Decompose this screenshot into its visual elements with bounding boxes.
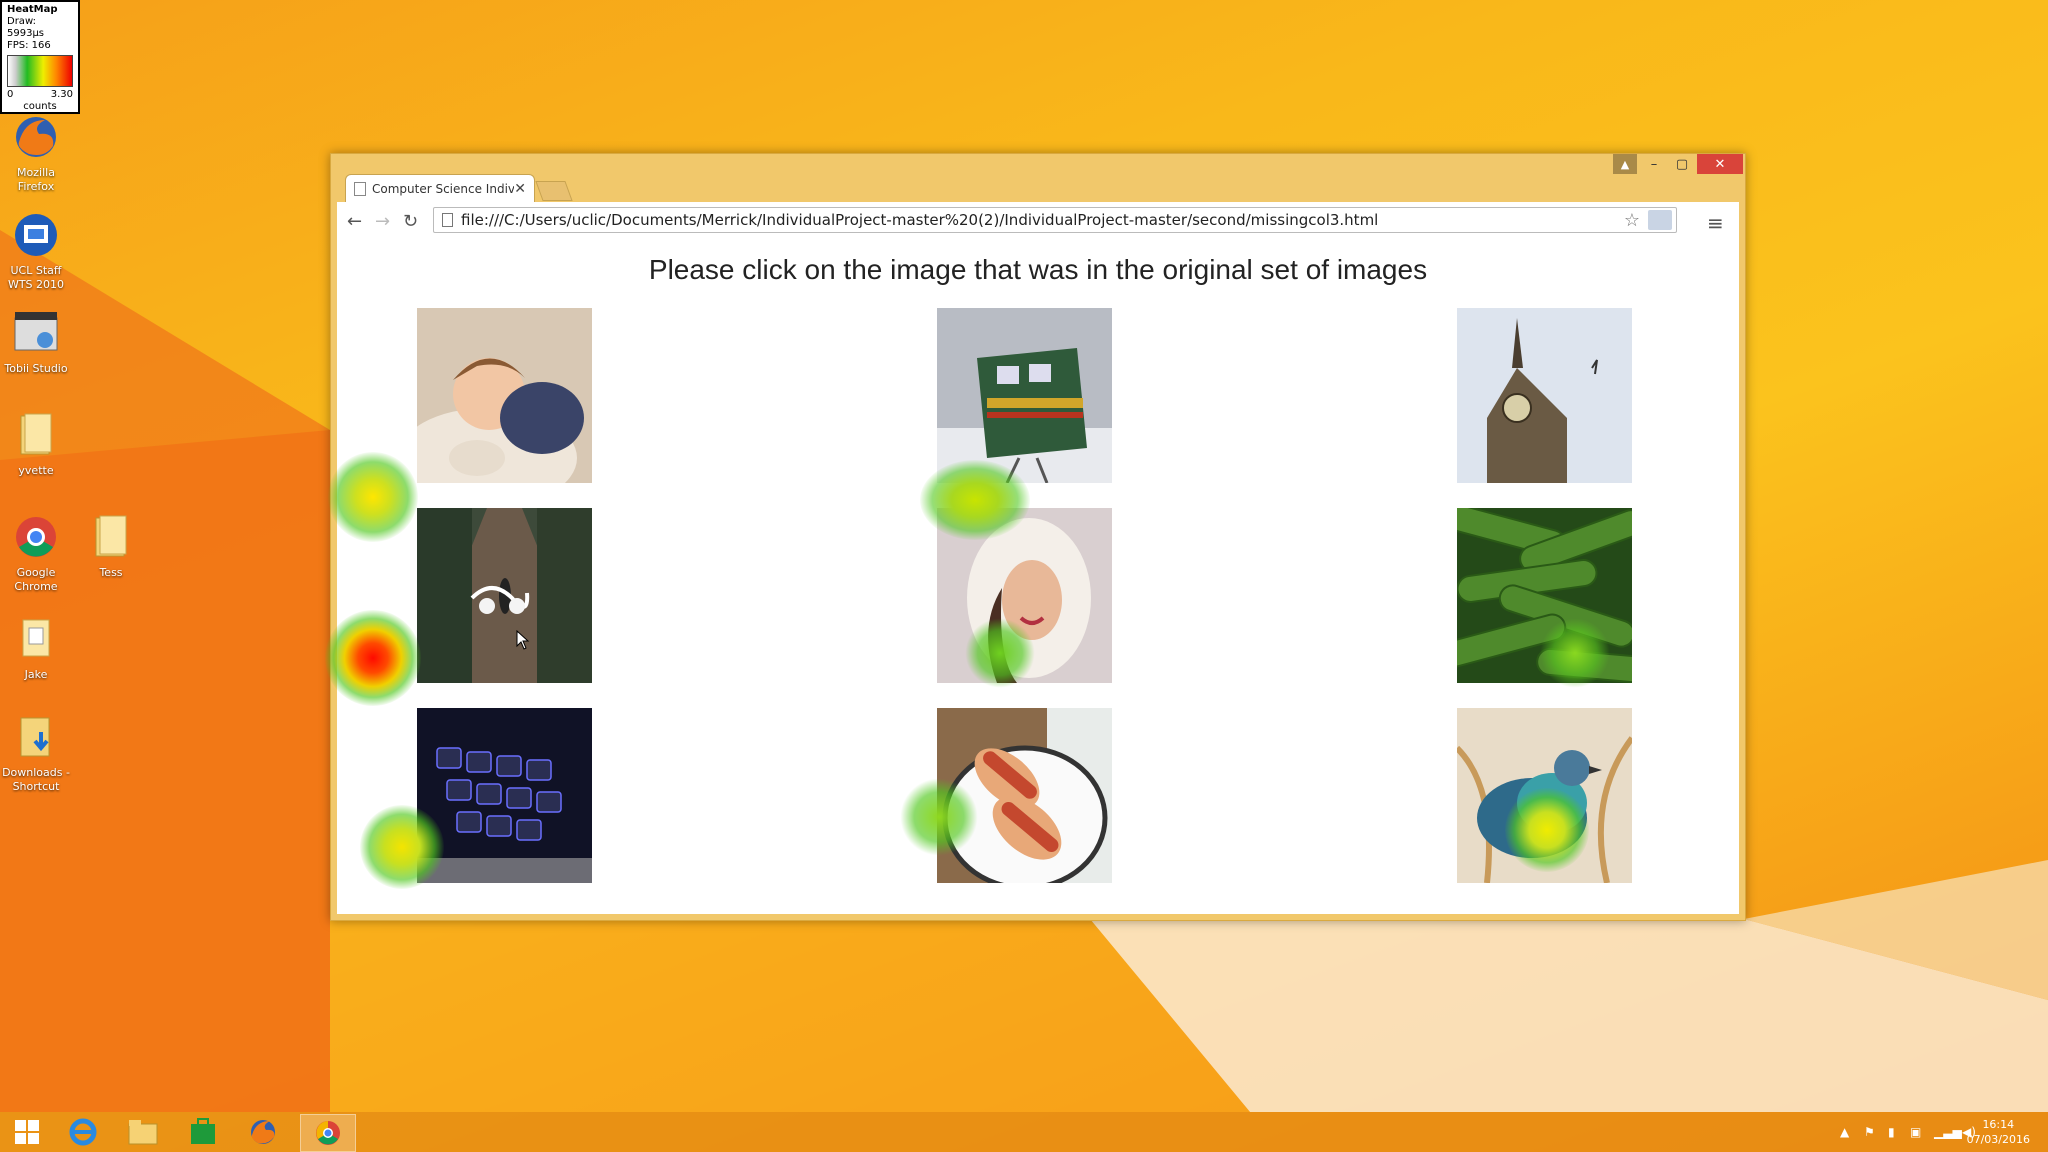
desktop-icon-ucl-staff-wts[interactable]: UCL Staff WTS 2010: [0, 210, 74, 292]
browser-tab[interactable]: Computer Science Individu ✕: [345, 174, 535, 202]
folder-icon: [11, 410, 61, 460]
pigeon-image[interactable]: [1457, 708, 1632, 883]
hot-dogs-image[interactable]: [937, 708, 1112, 883]
page-heading: Please click on the image that was in th…: [648, 254, 1428, 285]
store-icon[interactable]: [176, 1114, 230, 1150]
reload-icon[interactable]: ↻: [403, 211, 418, 232]
extension-icon[interactable]: [1648, 210, 1672, 230]
heatmap-gradient: [7, 55, 73, 87]
desktop-icon-label: Jake: [24, 668, 48, 681]
desktop-icon-tobii-studio[interactable]: Tobii Studio: [0, 308, 74, 376]
address-bar[interactable]: file:///C:/Users/uclic/Documents/Merrick…: [433, 207, 1677, 233]
heatmap-title: HeatMap: [7, 4, 58, 15]
desktop-icon-downloads-shortcut[interactable]: Downloads - Shortcut: [0, 712, 74, 794]
bookmark-star-icon[interactable]: ☆: [1624, 210, 1640, 231]
heatmap-min: 0: [7, 89, 14, 100]
clock-time: 16:14: [1982, 1118, 2015, 1131]
file-explorer-icon[interactable]: [116, 1114, 170, 1150]
desktop-icon-google-chrome[interactable]: Google Chrome: [0, 512, 74, 594]
show-hidden-icons[interactable]: ▲: [1840, 1125, 1849, 1139]
desktop-icon-label: Downloads - Shortcut: [2, 766, 70, 793]
heatmap-draw-time: Draw: 5993µs: [7, 16, 45, 39]
desktop-icon-label: Mozilla Firefox: [17, 166, 55, 193]
firefox-icon[interactable]: [236, 1114, 290, 1150]
browser-toolbar: ← → ↻ file:///C:/Users/uclic/Documents/M…: [337, 202, 1739, 241]
folder-icon: [86, 512, 136, 562]
woman-in-fur-hood-image[interactable]: [937, 508, 1112, 683]
heatmap-max: 3.30: [50, 89, 73, 100]
heatmap-legend: HeatMap Draw: 5993µs FPS: 166 0 3.30 coun…: [0, 0, 80, 114]
url-text: file:///C:/Users/uclic/Documents/Merrick…: [461, 211, 1379, 229]
document-icon: [11, 614, 61, 664]
forward-icon[interactable]: →: [375, 211, 390, 232]
user-profile-icon[interactable]: ▲: [1613, 154, 1637, 174]
earphones-on-path-image[interactable]: [417, 508, 592, 683]
mouse-cursor: [516, 630, 530, 650]
desktop-icon-label: Tobii Studio: [4, 362, 68, 375]
page-icon: [442, 213, 453, 227]
page-content: Please click on the image that was in th…: [337, 240, 1739, 914]
desktop-icon-label: Google Chrome: [14, 566, 58, 593]
new-tab-button[interactable]: [535, 181, 573, 201]
close-tab-icon[interactable]: ✕: [514, 181, 526, 197]
tray-app-icon[interactable]: ▣: [1910, 1125, 1921, 1139]
start-icon[interactable]: [0, 1114, 54, 1150]
big-ben-image[interactable]: [1457, 308, 1632, 483]
maximize-button[interactable]: ▢: [1669, 154, 1695, 174]
cucumbers-image[interactable]: [1457, 508, 1632, 683]
back-icon[interactable]: ←: [347, 211, 362, 232]
firefox-icon: [11, 112, 61, 162]
chrome-icon: [11, 512, 61, 562]
menu-icon[interactable]: ≡: [1707, 211, 1724, 235]
power-icon[interactable]: ▮: [1888, 1125, 1895, 1139]
remote-desktop-icon: [11, 210, 61, 260]
action-center-flag-icon[interactable]: ⚑: [1864, 1125, 1875, 1139]
desktop-icon-label: yvette: [18, 464, 54, 477]
chrome-icon[interactable]: [300, 1114, 356, 1152]
taskbar: ▲ ⚑ ▮ ▣ ▁▃▅ ◀) 16:14 07/03/2016: [0, 1112, 2048, 1152]
network-icon[interactable]: ▁▃▅: [1934, 1125, 1962, 1139]
desktop-icon-label: Tess: [99, 566, 123, 579]
browser-window: Computer Science Individu ✕ ▲ – ▢ ✕ ← → …: [330, 153, 1746, 921]
desktop-icon-label: UCL Staff WTS 2010: [7, 264, 65, 291]
minimize-button[interactable]: –: [1641, 154, 1667, 174]
internet-explorer-icon[interactable]: [56, 1114, 110, 1150]
desktop-icon-yvette[interactable]: yvette: [0, 410, 74, 478]
desktop-icon-jake[interactable]: Jake: [0, 614, 74, 682]
clock-date: 07/03/2016: [1966, 1133, 2030, 1146]
clock[interactable]: 16:14 07/03/2016: [1967, 1117, 2030, 1147]
green-locomotive-image[interactable]: [937, 308, 1112, 483]
tobii-icon: [11, 308, 61, 358]
downloads-folder-icon: [11, 712, 61, 762]
desktop-icon-firefox[interactable]: Mozilla Firefox: [0, 112, 74, 194]
backlit-keyboard-image[interactable]: [417, 708, 592, 883]
sleeping-baby-image[interactable]: [417, 308, 592, 483]
heatmap-fps: FPS: 166: [7, 40, 51, 51]
page-icon: [354, 181, 366, 196]
tab-title: Computer Science Individu: [372, 181, 515, 196]
desktop-icon-tess[interactable]: Tess: [73, 512, 149, 580]
close-window-button[interactable]: ✕: [1697, 154, 1743, 174]
